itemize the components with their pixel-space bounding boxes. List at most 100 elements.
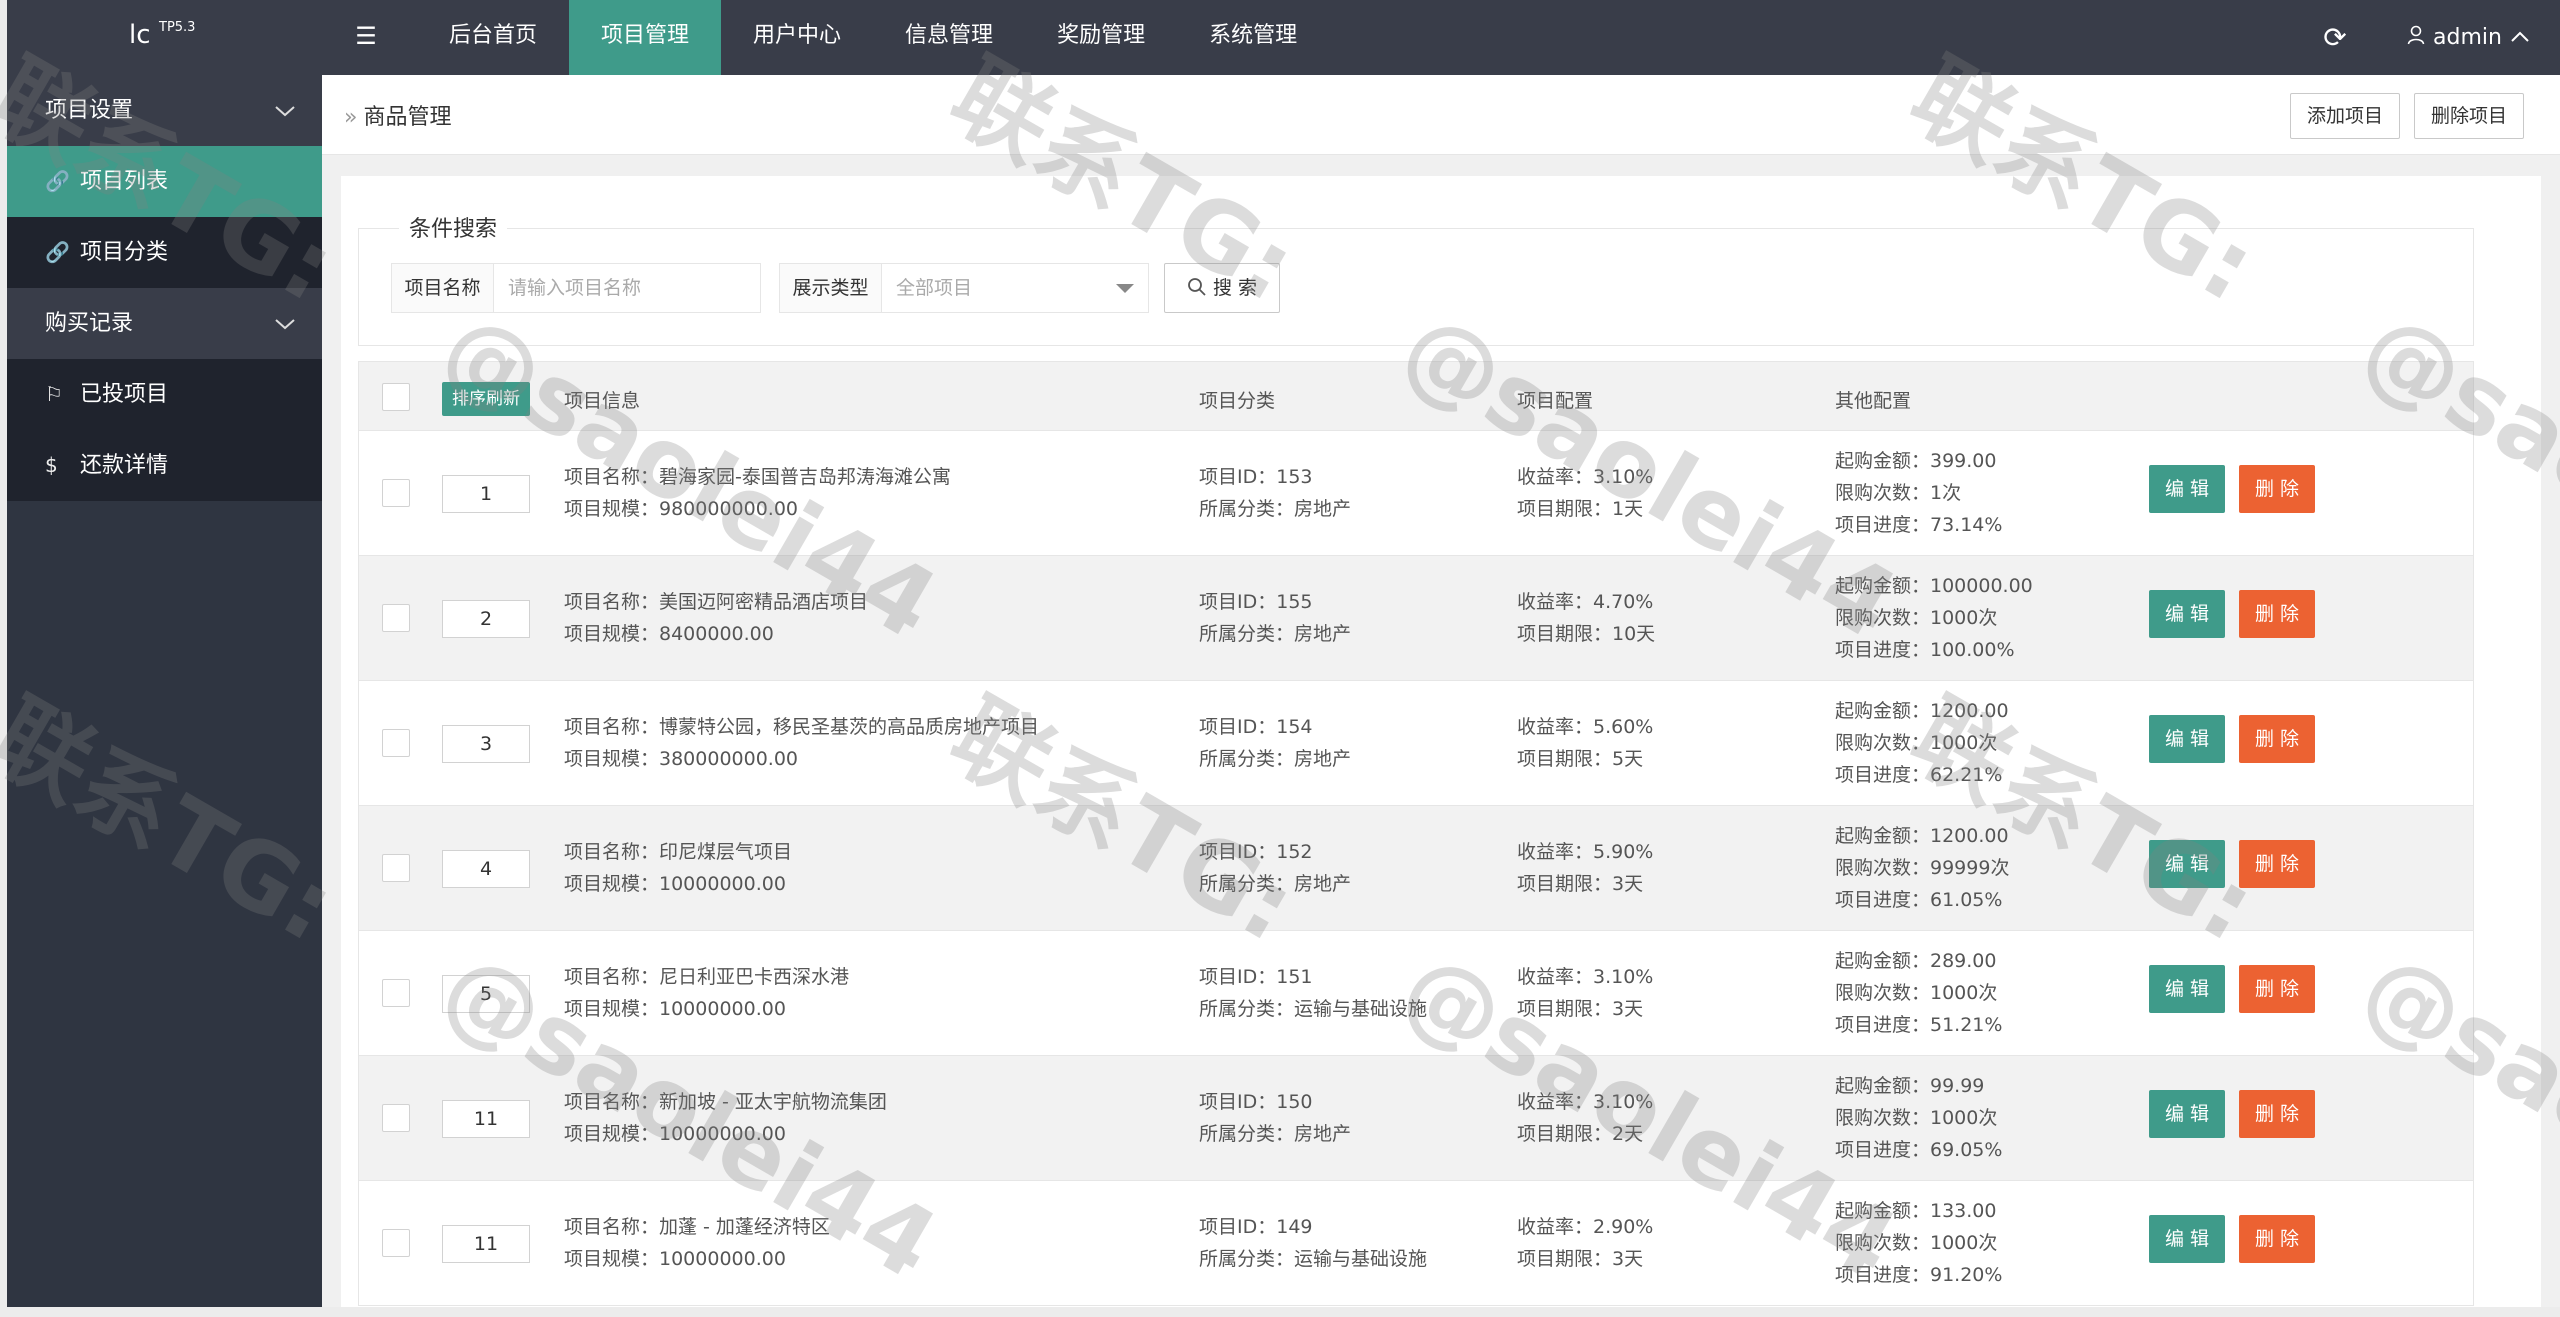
project-rate: 收益率：5.90% — [1517, 841, 1654, 863]
delete-button[interactable]: 删 除 — [2239, 965, 2315, 1013]
table-row: 4 项目名称：印尼煤层气项目 项目规模：10000000.00 项目ID：152 所属分… — [358, 806, 2474, 931]
row-checkbox[interactable] — [382, 1229, 410, 1257]
project-rate: 收益率：3.10% — [1517, 966, 1654, 988]
project-term: 项目期限：10天 — [1517, 623, 1656, 645]
sidebar-item-invested[interactable]: ⚐ 已投项目 — [7, 359, 322, 430]
project-scale: 项目规模：10000000.00 — [564, 998, 786, 1020]
nav-item-info[interactable]: 信息管理 — [873, 0, 1025, 75]
project-limit: 限购次数：99999次 — [1835, 857, 2010, 879]
user-menu[interactable]: admin — [2407, 0, 2530, 75]
refresh-icon[interactable]: ⟳ — [2315, 18, 2355, 58]
project-progress: 项目进度：61.05% — [1835, 889, 2003, 911]
row-checkbox[interactable] — [382, 1104, 410, 1132]
project-min-amount: 起购金额：289.00 — [1835, 950, 1997, 972]
breadcrumb: » 商品管理 — [344, 99, 451, 131]
project-config-cell: 收益率：3.10% 项目期限：1天 — [1517, 461, 1653, 525]
sidebar: 项目设置 🔗 项目列表 🔗 项目分类 购买记录 ⚐ 已投项目 $ 还款详情 — [7, 75, 322, 1307]
delete-button[interactable]: 删 除 — [2239, 590, 2315, 638]
project-progress: 项目进度：100.00% — [1835, 639, 2015, 661]
row-checkbox[interactable] — [382, 854, 410, 882]
project-name-group: 项目名称 请输入项目名称 — [391, 263, 761, 313]
delete-button[interactable]: 删 除 — [2239, 1215, 2315, 1263]
project-config-cell: 收益率：3.10% 项目期限：3天 — [1517, 961, 1653, 1025]
sidebar-group-label: 项目设置 — [45, 98, 134, 123]
project-id: 项目ID：150 — [1199, 1091, 1313, 1113]
edit-button[interactable]: 编 辑 — [2149, 590, 2225, 638]
chevron-down-icon — [274, 288, 296, 359]
project-config-cell: 收益率：2.90% 项目期限：3天 — [1517, 1211, 1653, 1275]
delete-button[interactable]: 删 除 — [2239, 1090, 2315, 1138]
table-row: 1 项目名称：碧海家园-泰国普吉岛邦涛海滩公寓 项目规模：980000000.00 项… — [358, 431, 2474, 556]
nav-item-home[interactable]: 后台首页 — [417, 0, 569, 75]
nav-item-user[interactable]: 用户中心 — [721, 0, 873, 75]
row-checkbox[interactable] — [382, 604, 410, 632]
delete-button[interactable]: 删 除 — [2239, 715, 2315, 763]
sidebar-item-project-list[interactable]: 🔗 项目列表 — [7, 146, 322, 217]
sort-order-input[interactable]: 3 — [442, 725, 530, 763]
sort-order-input[interactable]: 2 — [442, 600, 530, 638]
user-name: admin — [2433, 24, 2502, 50]
sidebar-group-project-settings[interactable]: 项目设置 — [7, 75, 322, 146]
row-checkbox[interactable] — [382, 479, 410, 507]
sort-order-input[interactable]: 11 — [442, 1225, 530, 1263]
project-min-amount: 起购金额：1200.00 — [1835, 825, 2009, 847]
project-term: 项目期限：3天 — [1517, 1248, 1644, 1270]
edit-button[interactable]: 编 辑 — [2149, 465, 2225, 513]
edit-button[interactable]: 编 辑 — [2149, 1090, 2225, 1138]
menu-icon[interactable]: ☰ — [352, 22, 380, 50]
project-id: 项目ID：149 — [1199, 1216, 1313, 1238]
sort-order-input[interactable]: 4 — [442, 850, 530, 888]
project-id: 项目ID：152 — [1199, 841, 1313, 863]
delete-button[interactable]: 删 除 — [2239, 465, 2315, 513]
edit-button[interactable]: 编 辑 — [2149, 715, 2225, 763]
display-type-label: 展示类型 — [780, 264, 882, 312]
window-frame-left — [0, 0, 7, 1317]
project-category-cell: 项目ID：150 所属分类：房地产 — [1199, 1086, 1351, 1150]
project-category-cell: 项目ID：155 所属分类：房地产 — [1199, 586, 1351, 650]
search-button[interactable]: 搜 索 — [1164, 263, 1280, 313]
sidebar-group-purchase-records[interactable]: 购买记录 — [7, 288, 322, 359]
display-type-select[interactable]: 全部项目 — [882, 264, 1148, 312]
table-row: 11 项目名称：新加坡 - 亚太宇航物流集团 项目规模：10000000.00 项目I… — [358, 1056, 2474, 1181]
project-rate: 收益率：3.10% — [1517, 1091, 1654, 1113]
project-config-cell: 收益率：5.60% 项目期限：5天 — [1517, 711, 1653, 775]
delete-project-button[interactable]: 删除项目 — [2414, 93, 2525, 139]
nav-item-project[interactable]: 项目管理 — [569, 0, 722, 75]
search-icon — [1187, 277, 1213, 299]
project-min-amount: 起购金额：133.00 — [1835, 1200, 1997, 1222]
project-name: 项目名称：美国迈阿密精品酒店项目 — [564, 591, 869, 613]
window-frame-bottom — [0, 1307, 2560, 1317]
breadcrumb-current: 商品管理 — [363, 105, 452, 130]
table-row: 2 项目名称：美国迈阿密精品酒店项目 项目规模：8400000.00 项目ID：155… — [358, 556, 2474, 681]
select-all-checkbox[interactable] — [382, 383, 410, 411]
add-project-button[interactable]: 添加项目 — [2290, 93, 2401, 139]
project-id: 项目ID：153 — [1199, 466, 1313, 488]
row-checkbox[interactable] — [382, 729, 410, 757]
project-progress: 项目进度：91.20% — [1835, 1264, 2003, 1286]
caret-down-icon — [1116, 284, 1134, 293]
project-category-cell: 项目ID：151 所属分类：运输与基础设施 — [1199, 961, 1427, 1025]
sidebar-item-project-category[interactable]: 🔗 项目分类 — [7, 217, 322, 288]
edit-button[interactable]: 编 辑 — [2149, 965, 2225, 1013]
nav-item-system[interactable]: 系统管理 — [1177, 0, 1329, 75]
sort-order-input[interactable]: 5 — [442, 975, 530, 1013]
project-other-cell: 起购金额：399.00 限购次数：1次 项目进度：73.14% — [1835, 445, 2002, 541]
delete-button[interactable]: 删 除 — [2239, 840, 2315, 888]
project-name-input[interactable]: 请输入项目名称 — [494, 264, 760, 312]
project-term: 项目期限：1天 — [1517, 498, 1644, 520]
edit-button[interactable]: 编 辑 — [2149, 1215, 2225, 1263]
sidebar-item-repayment[interactable]: $ 还款详情 — [7, 430, 322, 501]
project-category: 所属分类：运输与基础设施 — [1199, 1248, 1428, 1270]
nav-item-reward[interactable]: 奖励管理 — [1025, 0, 1177, 75]
sort-refresh-button[interactable]: 排序刷新 — [442, 382, 530, 416]
project-rate: 收益率：3.10% — [1517, 466, 1654, 488]
project-category-cell: 项目ID：153 所属分类：房地产 — [1199, 461, 1351, 525]
table-body: 1 项目名称：碧海家园-泰国普吉岛邦涛海滩公寓 项目规模：980000000.00 项… — [358, 431, 2474, 1306]
row-checkbox[interactable] — [382, 979, 410, 1007]
edit-button[interactable]: 编 辑 — [2149, 840, 2225, 888]
project-min-amount: 起购金额：99.99 — [1835, 1075, 1985, 1097]
chevron-up-icon — [2510, 2, 2530, 74]
sort-order-input[interactable]: 1 — [442, 475, 530, 513]
project-config-cell: 收益率：3.10% 项目期限：2天 — [1517, 1086, 1653, 1150]
sort-order-input[interactable]: 11 — [442, 1100, 530, 1138]
